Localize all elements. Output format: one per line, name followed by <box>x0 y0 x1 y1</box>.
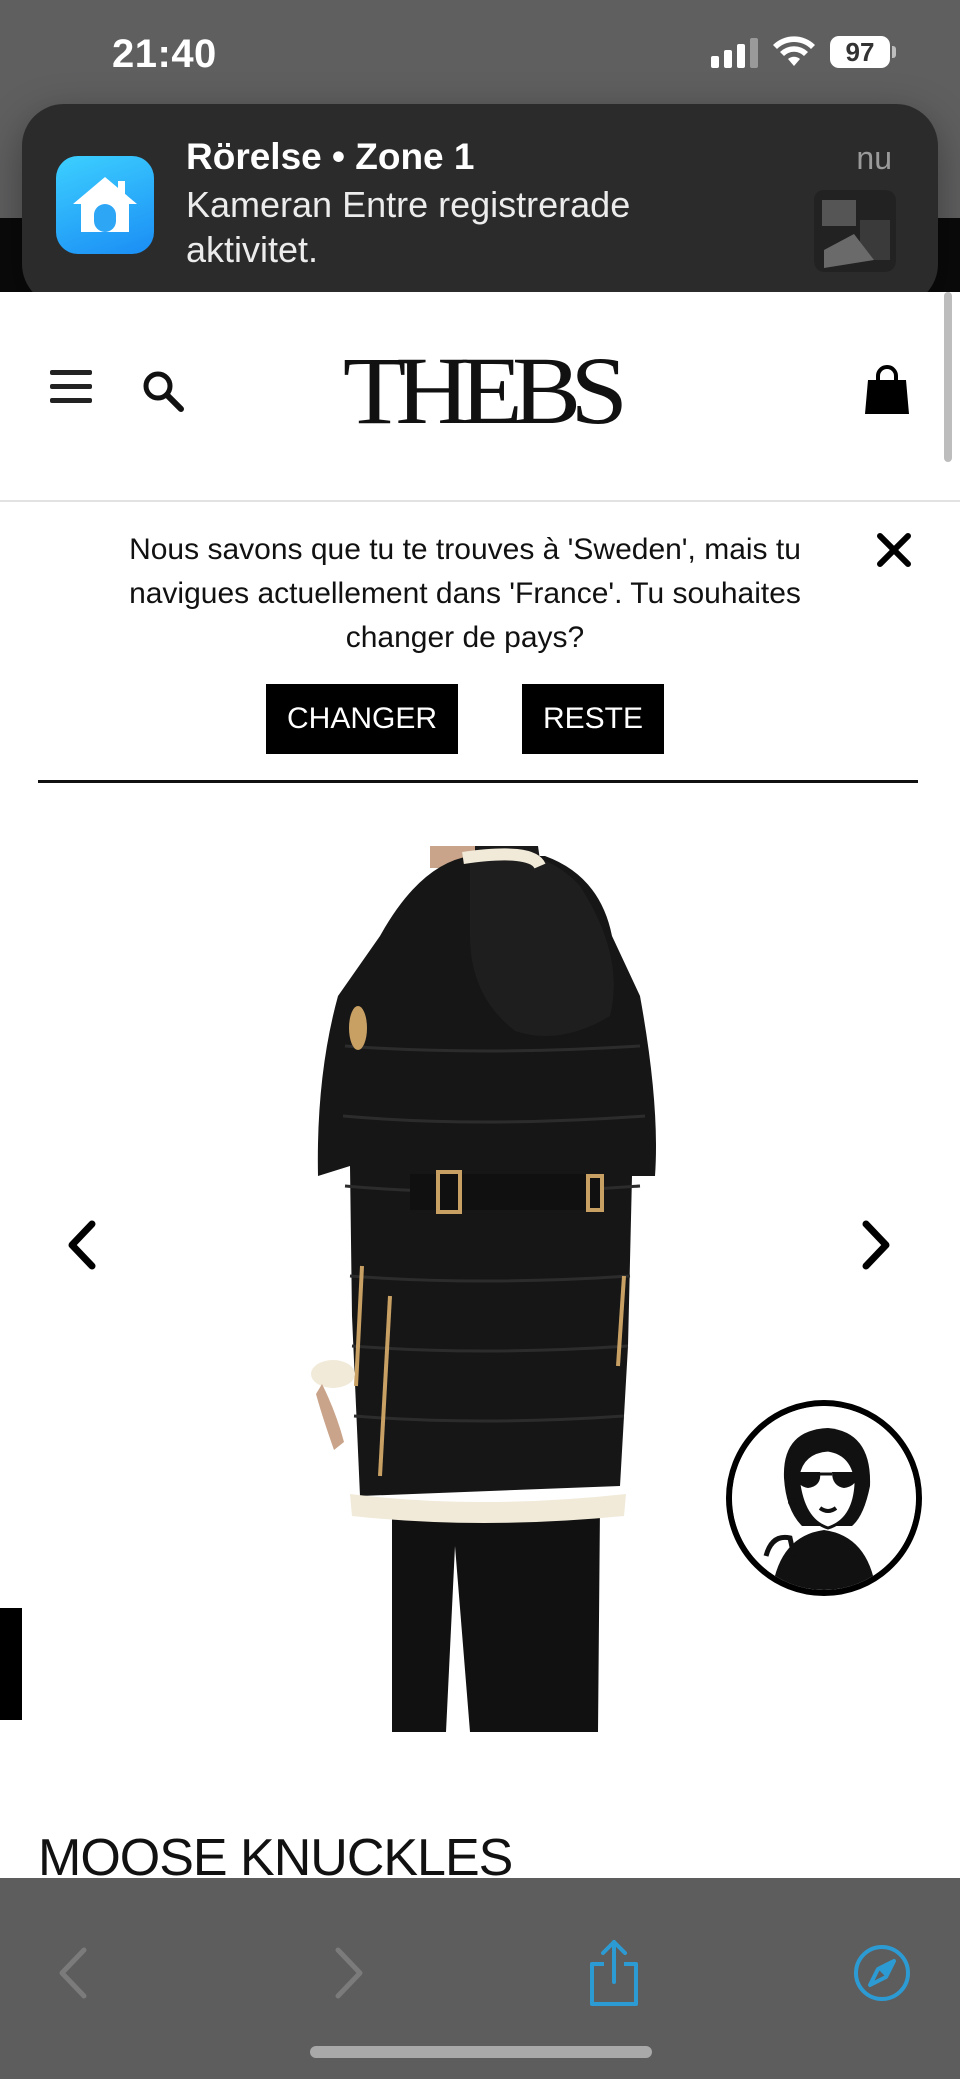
share-icon[interactable] <box>584 1938 644 2008</box>
black-parka-photo <box>311 846 656 1732</box>
home-indicator[interactable] <box>310 2046 652 2058</box>
cellular-signal-icon <box>711 36 758 68</box>
country-switch-banner: Nous savons que tu te trouves à 'Sweden'… <box>0 500 960 784</box>
compass-icon[interactable] <box>852 1938 912 2008</box>
back-chevron-icon[interactable] <box>44 1938 104 2008</box>
chat-assistant-avatar[interactable] <box>726 1400 922 1596</box>
forward-chevron-icon[interactable] <box>318 1938 378 2008</box>
camera-snapshot-thumbnail <box>814 190 896 272</box>
change-country-button[interactable]: CHANGER <box>266 684 458 754</box>
carousel-prev-icon[interactable] <box>62 1218 102 1272</box>
search-icon[interactable] <box>140 368 186 414</box>
assistant-portrait-icon <box>732 1406 916 1590</box>
country-banner-message: Nous savons que tu te trouves à 'Sweden'… <box>129 533 801 654</box>
stay-button[interactable]: RESTE <box>522 684 664 754</box>
side-feedback-tab[interactable] <box>0 1608 22 1720</box>
product-image-carousel[interactable] <box>0 846 960 1736</box>
status-time: 21:40 <box>112 32 217 76</box>
browser-toolbar <box>0 1878 960 2079</box>
site-logo[interactable]: THEBS <box>318 343 642 439</box>
wifi-icon <box>773 36 815 66</box>
divider <box>38 780 918 783</box>
status-icons: 97 <box>711 36 896 68</box>
hamburger-menu-icon[interactable] <box>50 370 92 410</box>
notification-title: Rörelse • Zone 1 <box>186 136 475 177</box>
battery-indicator: 97 <box>830 36 896 68</box>
push-notification[interactable]: Rörelse • Zone 1 Kameran Entre registrer… <box>22 104 938 306</box>
page-scrollbar[interactable] <box>944 292 952 462</box>
home-app-icon <box>56 156 154 254</box>
carousel-next-icon[interactable] <box>856 1218 896 1272</box>
notification-body: Kameran Entre registrerade aktivitet. <box>186 184 631 270</box>
close-icon[interactable] <box>872 528 916 572</box>
site-header: THEBS <box>0 292 960 502</box>
notification-time: nu <box>856 140 892 176</box>
shopping-bag-icon[interactable] <box>864 364 910 416</box>
